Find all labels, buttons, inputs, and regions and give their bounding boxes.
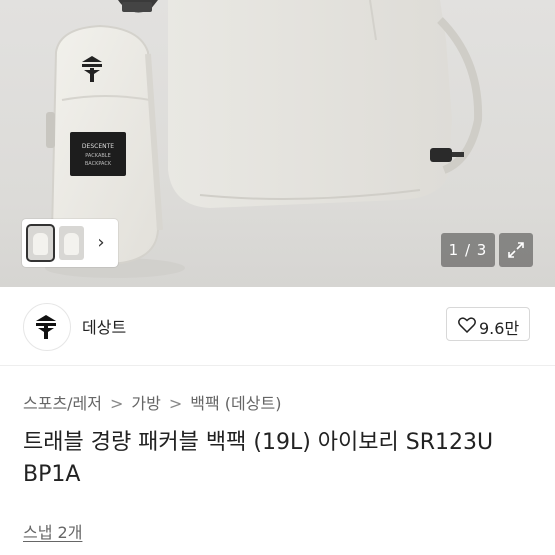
thumbnail-2[interactable] (59, 226, 84, 260)
brand-label-line-1: DESCENTE (82, 143, 114, 150)
snap-link[interactable]: 스냅 2개 (23, 519, 82, 543)
breadcrumb-separator: > (110, 394, 124, 413)
shop-logo[interactable] (23, 303, 71, 351)
chevron-right-icon[interactable]: › (92, 231, 110, 255)
product-title: 트래블 경량 패커블 백팩 (19L) 아이보리 SR123U BP1A (23, 430, 494, 487)
like-button[interactable]: 9.6만 (446, 307, 530, 341)
product-image-gallery[interactable]: DESCENTE PACKABLE BACKPACK › 1 / 3 (0, 0, 555, 287)
breadcrumb: 스포츠/레저 > 가방 > 백팩 (데상트) (23, 390, 281, 414)
brand-label-line-3: BACKPACK (85, 161, 112, 167)
breadcrumb-separator: > (168, 394, 183, 413)
brand-label-line-2: PACKABLE (85, 153, 111, 159)
image-counter: 1 / 3 (441, 233, 495, 267)
shop-row[interactable]: 데상트 9.6만 (0, 287, 555, 366)
expand-icon[interactable] (499, 233, 533, 267)
like-count: 9.6만 (479, 319, 520, 338)
breadcrumb-item-backpack[interactable]: 백팩 (데상트) (190, 394, 281, 413)
heart-icon (458, 317, 476, 333)
thumbnail-strip[interactable]: › (22, 219, 118, 267)
thumbnail-1[interactable] (26, 224, 55, 262)
breadcrumb-item-bags[interactable]: 가방 (131, 394, 160, 413)
shop-name[interactable]: 데상트 (82, 314, 126, 338)
descente-logo-icon (36, 315, 56, 339)
breadcrumb-item-sports[interactable]: 스포츠/레저 (23, 394, 102, 413)
